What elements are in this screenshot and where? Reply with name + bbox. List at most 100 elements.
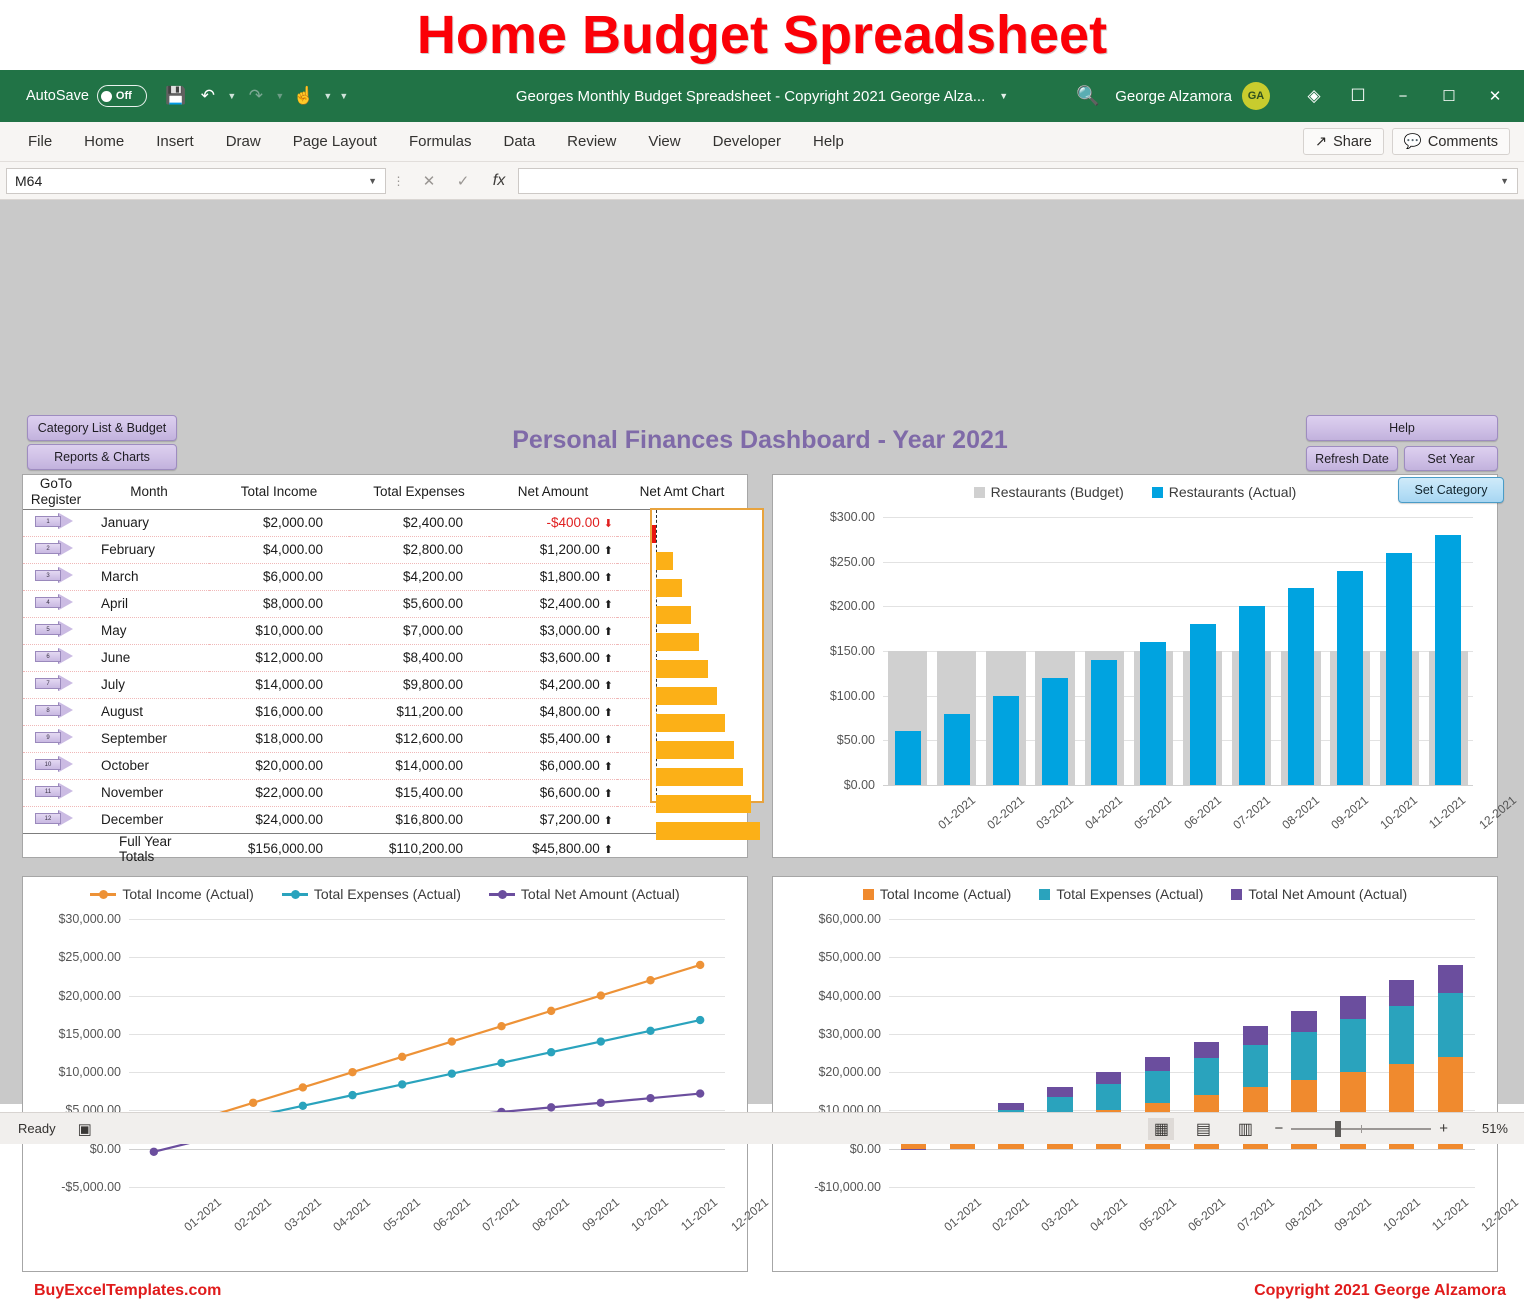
maximize-icon[interactable]: ☐ xyxy=(1426,76,1472,116)
goto-register-cell[interactable]: 10 xyxy=(23,752,89,779)
legend-item-total-expenses[interactable]: Total Expenses (Actual) xyxy=(282,886,461,902)
net-amount-sparkline-column[interactable] xyxy=(650,508,764,803)
table-row[interactable]: 3March$6,000.00$4,200.00$1,800.00⬆ xyxy=(23,563,747,590)
help-button[interactable]: Help xyxy=(1306,415,1498,441)
formula-bar-grip[interactable]: ⋮ xyxy=(386,174,412,188)
goto-register-arrow-icon[interactable]: 1 xyxy=(35,513,77,529)
confirm-entry-icon[interactable]: ✓ xyxy=(446,168,480,194)
page-layout-icon[interactable]: ▤ xyxy=(1190,1118,1216,1140)
goto-register-arrow-icon[interactable]: 7 xyxy=(35,675,77,691)
touch-mode-chevron-down-icon[interactable]: ▼ xyxy=(321,81,335,111)
ribbon-display-icon[interactable]: ☐ xyxy=(1336,78,1380,114)
legend-item-total-income[interactable]: Total Income (Actual) xyxy=(863,886,1012,902)
tab-help[interactable]: Help xyxy=(797,122,860,162)
table-row[interactable]: 2February$4,000.00$2,800.00$1,200.00⬆ xyxy=(23,536,747,563)
goto-register-arrow-icon[interactable]: 6 xyxy=(35,648,77,664)
goto-register-cell[interactable]: 1 xyxy=(23,509,89,536)
normal-view-icon[interactable]: ▦ xyxy=(1148,1118,1174,1140)
comments-button[interactable]: 💬 Comments xyxy=(1392,128,1510,155)
name-box-chevron-down-icon[interactable]: ▼ xyxy=(368,176,377,186)
redo-chevron-down-icon[interactable]: ▼ xyxy=(273,81,287,111)
legend-item-total-net[interactable]: Total Net Amount (Actual) xyxy=(489,886,680,902)
zoom-knob[interactable] xyxy=(1335,1121,1341,1137)
goto-register-arrow-icon[interactable]: 3 xyxy=(35,567,77,583)
goto-register-cell[interactable]: 2 xyxy=(23,536,89,563)
totals-line-chart-panel[interactable]: Total Income (Actual) Total Expenses (Ac… xyxy=(22,876,748,1272)
close-icon[interactable]: ✕ xyxy=(1472,76,1518,116)
avatar[interactable]: GA xyxy=(1242,82,1270,110)
legend-item-total-expenses[interactable]: Total Expenses (Actual) xyxy=(1039,886,1203,902)
record-macro-icon[interactable]: ▣ xyxy=(78,1120,92,1138)
goto-register-cell[interactable]: 4 xyxy=(23,590,89,617)
tab-formulas[interactable]: Formulas xyxy=(393,122,488,162)
formula-input[interactable]: ▼ xyxy=(518,168,1518,194)
goto-register-cell[interactable]: 3 xyxy=(23,563,89,590)
zoom-in-button[interactable]: + xyxy=(1439,1120,1448,1137)
zoom-track[interactable] xyxy=(1291,1128,1431,1130)
set-year-button[interactable]: Set Year xyxy=(1404,446,1498,471)
restaurants-chart-panel[interactable]: Restaurants (Budget) Restaurants (Actual… xyxy=(772,474,1498,858)
zoom-slider[interactable]: − + xyxy=(1274,1120,1448,1137)
touch-mode-icon[interactable]: ☝ xyxy=(289,81,319,111)
category-list-budget-button[interactable]: Category List & Budget xyxy=(27,415,177,441)
table-row[interactable]: 11November$22,000.00$15,400.00$6,600.00⬆ xyxy=(23,779,747,806)
tab-file[interactable]: File xyxy=(12,122,68,162)
goto-register-cell[interactable]: 6 xyxy=(23,644,89,671)
goto-register-arrow-icon[interactable]: 8 xyxy=(35,702,77,718)
document-title-chevron-down-icon[interactable]: ▼ xyxy=(999,91,1008,101)
name-box[interactable]: M64 ▼ xyxy=(6,168,386,194)
table-row[interactable]: 4April$8,000.00$5,600.00$2,400.00⬆ xyxy=(23,590,747,617)
goto-register-arrow-icon[interactable]: 9 xyxy=(35,729,77,745)
table-row[interactable]: 7July$14,000.00$9,800.00$4,200.00⬆ xyxy=(23,671,747,698)
legend-item-restaurants-budget[interactable]: Restaurants (Budget) xyxy=(974,484,1124,500)
customize-qat-icon[interactable]: ▼ xyxy=(337,81,351,111)
goto-register-cell[interactable]: 5 xyxy=(23,617,89,644)
tab-draw[interactable]: Draw xyxy=(210,122,277,162)
formula-expand-chevron-down-icon[interactable]: ▼ xyxy=(1500,176,1509,186)
goto-register-arrow-icon[interactable]: 4 xyxy=(35,594,77,610)
table-row[interactable]: 9September$18,000.00$12,600.00$5,400.00⬆ xyxy=(23,725,747,752)
totals-stacked-chart-panel[interactable]: Total Income (Actual) Total Expenses (Ac… xyxy=(772,876,1498,1272)
document-title[interactable]: Georges Monthly Budget Spreadsheet - Cop… xyxy=(516,88,985,105)
undo-chevron-down-icon[interactable]: ▼ xyxy=(225,81,239,111)
search-icon[interactable]: 🔍 xyxy=(1061,84,1115,108)
diamond-icon[interactable]: ◈ xyxy=(1292,78,1336,114)
legend-item-total-net[interactable]: Total Net Amount (Actual) xyxy=(1231,886,1407,902)
legend-item-restaurants-actual[interactable]: Restaurants (Actual) xyxy=(1152,484,1297,500)
tab-data[interactable]: Data xyxy=(487,122,551,162)
goto-register-arrow-icon[interactable]: 2 xyxy=(35,540,77,556)
table-row[interactable]: 8August$16,000.00$11,200.00$4,800.00⬆ xyxy=(23,698,747,725)
tab-view[interactable]: View xyxy=(632,122,696,162)
reports-charts-button[interactable]: Reports & Charts xyxy=(27,444,177,470)
user-name-label[interactable]: George Alzamora xyxy=(1115,88,1232,105)
tab-review[interactable]: Review xyxy=(551,122,632,162)
tab-insert[interactable]: Insert xyxy=(140,122,210,162)
table-row[interactable]: 12December$24,000.00$16,800.00$7,200.00⬆ xyxy=(23,806,747,833)
undo-icon[interactable]: ↶ xyxy=(193,81,223,111)
autosave-toggle[interactable]: Off xyxy=(97,85,147,107)
tab-page-layout[interactable]: Page Layout xyxy=(277,122,393,162)
zoom-out-button[interactable]: − xyxy=(1274,1120,1283,1137)
goto-register-cell[interactable]: 9 xyxy=(23,725,89,752)
insert-function-icon[interactable]: fx xyxy=(480,172,518,190)
goto-register-cell[interactable]: 11 xyxy=(23,779,89,806)
page-break-preview-icon[interactable]: ▥ xyxy=(1232,1118,1258,1140)
autosave-control[interactable]: AutoSave Off xyxy=(26,85,147,107)
table-row[interactable]: 10October$20,000.00$14,000.00$6,000.00⬆ xyxy=(23,752,747,779)
minimize-icon[interactable]: − xyxy=(1380,76,1426,116)
redo-icon[interactable]: ↷ xyxy=(241,81,271,111)
goto-register-cell[interactable]: 8 xyxy=(23,698,89,725)
save-icon[interactable]: 💾 xyxy=(161,81,191,111)
tab-developer[interactable]: Developer xyxy=(697,122,797,162)
set-category-button[interactable]: Set Category xyxy=(1398,477,1504,503)
goto-register-arrow-icon[interactable]: 11 xyxy=(35,783,77,799)
legend-item-total-income[interactable]: Total Income (Actual) xyxy=(90,886,254,902)
table-row[interactable]: 6June$12,000.00$8,400.00$3,600.00⬆ xyxy=(23,644,747,671)
goto-register-cell[interactable]: 7 xyxy=(23,671,89,698)
table-row[interactable]: 5May$10,000.00$7,000.00$3,000.00⬆ xyxy=(23,617,747,644)
cancel-entry-icon[interactable]: ✕ xyxy=(412,168,446,194)
goto-register-arrow-icon[interactable]: 10 xyxy=(35,756,77,772)
goto-register-arrow-icon[interactable]: 5 xyxy=(35,621,77,637)
goto-register-arrow-icon[interactable]: 12 xyxy=(35,810,77,826)
refresh-date-button[interactable]: Refresh Date xyxy=(1306,446,1398,471)
